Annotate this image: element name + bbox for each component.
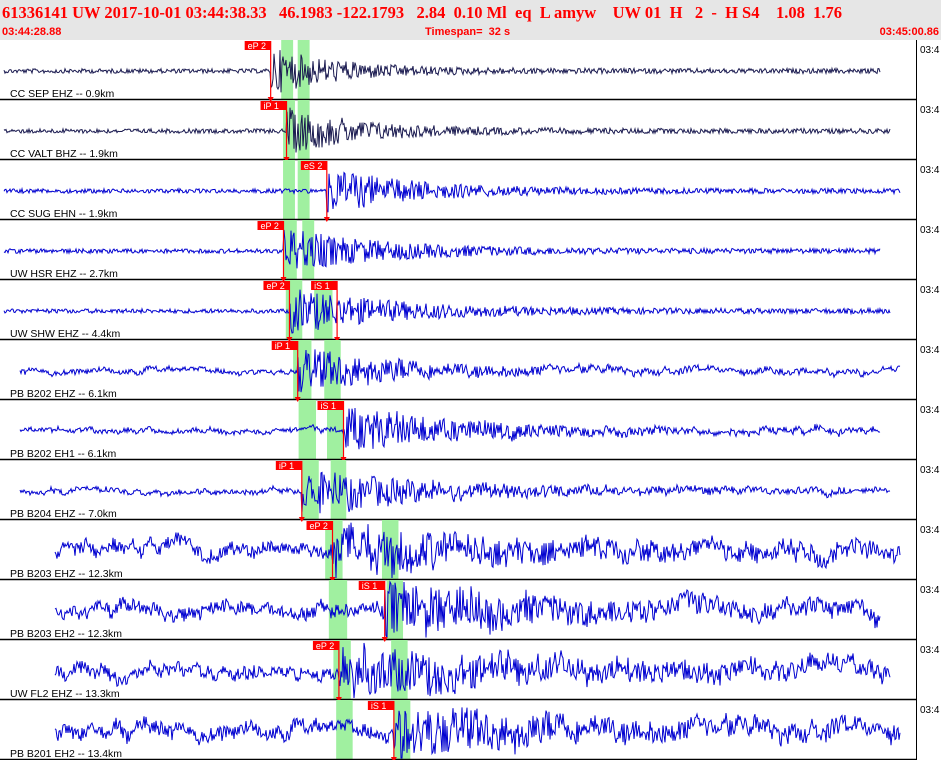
row-time-label: 03:4	[920, 225, 940, 236]
trace-row[interactable]: UW SHW EHZ -- 4.4km 03:4 eP 2 iS 1	[0, 280, 940, 342]
pick-label: iP 1	[275, 341, 290, 351]
row-time-label: 03:4	[920, 105, 940, 116]
waveform	[3, 229, 881, 269]
trace-row[interactable]: PB B202 EH1 -- 6.1km 03:4 iS 1	[0, 400, 940, 462]
station-label: CC SUG EHN -- 1.9km	[10, 208, 118, 220]
waveform	[3, 50, 881, 93]
pick-label: iS 1	[321, 401, 337, 411]
trace-row[interactable]: PB B203 EH2 -- 12.3km 03:4 iS 1	[0, 580, 940, 642]
row-time-label: 03:4	[920, 645, 940, 656]
analysis-window	[330, 460, 347, 520]
waveform	[3, 171, 901, 213]
waveform	[19, 471, 891, 514]
row-time-label: 03:4	[920, 465, 940, 476]
pick-label: eS 2	[304, 161, 323, 171]
pick-label: eP 2	[266, 281, 284, 291]
row-time-label: 03:4	[920, 585, 940, 596]
header-bar: 61336141 UW 2017-10-01 03:44:38.33 46.19…	[0, 0, 941, 40]
waveform	[19, 407, 881, 450]
pick-label: iS 1	[362, 581, 378, 591]
station-label: UW FL2 EHZ -- 13.3km	[10, 688, 120, 700]
waveform	[54, 580, 881, 639]
trace-row[interactable]: PB B203 EHZ -- 12.3km 03:4 eP 2	[0, 520, 940, 582]
row-time-label: 03:4	[920, 345, 940, 356]
trace-row[interactable]: UW HSR EHZ -- 2.7km 03:4 eP 2	[0, 220, 940, 282]
trace-row[interactable]: PB B204 EHZ -- 7.0km 03:4 iP 1	[0, 460, 940, 522]
timespan: Timespan= 32 s	[425, 26, 511, 38]
station-label: PB B201 EH2 -- 13.4km	[10, 748, 122, 760]
pick-label: iS 1	[371, 701, 387, 711]
row-time-label: 03:4	[920, 705, 940, 716]
station-label: CC VALT BHZ -- 1.9km	[10, 148, 118, 160]
analysis-window	[302, 460, 319, 520]
row-time-label: 03:4	[920, 45, 940, 56]
station-label: PB B204 EHZ -- 7.0km	[10, 508, 117, 520]
station-label: UW HSR EHZ -- 2.7km	[10, 268, 118, 280]
station-label: PB B203 EHZ -- 12.3km	[10, 568, 123, 580]
station-label: PB B202 EHZ -- 6.1km	[10, 388, 117, 400]
waveform	[3, 107, 891, 153]
station-label: PB B203 EH2 -- 12.3km	[10, 628, 122, 640]
trace-row[interactable]: CC VALT BHZ -- 1.9km 03:4 iP 1	[0, 100, 940, 162]
waveform	[54, 707, 901, 759]
pick-label: eP 2	[310, 521, 328, 531]
waveform	[19, 349, 901, 393]
pick-label: iP 1	[264, 101, 279, 111]
end-time: 03:45:00.86	[879, 26, 939, 38]
seismogram-panel: CC SEP EHZ -- 0.9km 03:4 eP 2 CC VALT BHZ -…	[0, 40, 941, 760]
phase-pick[interactable]: iS 1	[358, 581, 388, 642]
pick-label: iS 1	[314, 281, 330, 291]
trace-row[interactable]: PB B202 EHZ -- 6.1km 03:4 iP 1	[0, 340, 940, 402]
trace-row[interactable]: CC SEP EHZ -- 0.9km 03:4 eP 2	[0, 40, 940, 102]
row-time-label: 03:4	[920, 165, 940, 176]
pick-label: eP 2	[248, 41, 266, 51]
row-time-label: 03:4	[920, 405, 940, 416]
pick-label: eP 2	[316, 641, 334, 651]
waveform	[54, 522, 901, 579]
trace-row[interactable]: CC SUG EHN -- 1.9km 03:4 eS 2	[0, 160, 940, 222]
station-label: PB B202 EH1 -- 6.1km	[10, 448, 116, 460]
event-info: 61336141 UW 2017-10-01 03:44:38.33 46.19…	[2, 3, 842, 22]
pick-label: iP 1	[279, 461, 294, 471]
station-label: CC SEP EHZ -- 0.9km	[10, 88, 114, 100]
phase-pick[interactable]: eP 2	[257, 221, 287, 282]
station-label: UW SHW EHZ -- 4.4km	[10, 328, 120, 340]
trace-row[interactable]: PB B201 EH2 -- 13.4km 03:4 iS 1	[0, 700, 940, 760]
row-time-label: 03:4	[920, 285, 940, 296]
trace-row[interactable]: UW FL2 EHZ -- 13.3km 03:4 eP 2	[0, 640, 940, 702]
start-time: 03:44:28.88	[2, 26, 62, 38]
waveform	[3, 289, 891, 334]
pick-label: eP 2	[261, 221, 279, 231]
waveform	[54, 642, 891, 699]
row-time-label: 03:4	[920, 525, 940, 536]
